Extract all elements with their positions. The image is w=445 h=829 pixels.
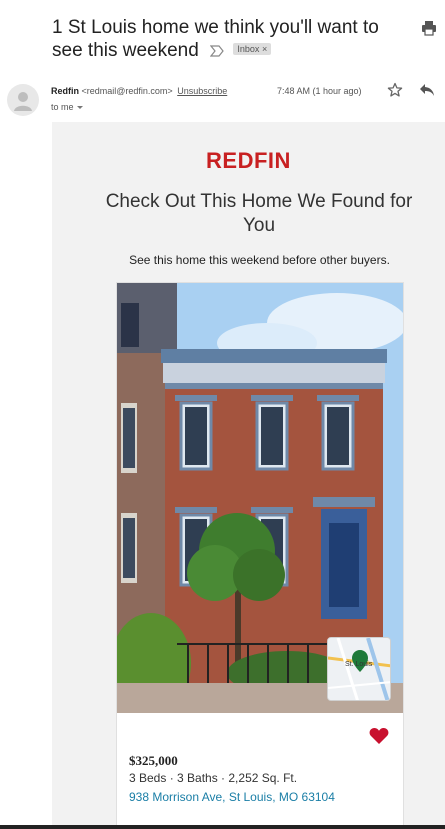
redfin-logo[interactable]: REDFIN — [52, 148, 445, 174]
print-icon[interactable] — [421, 20, 437, 36]
important-marker-icon[interactable] — [210, 45, 224, 57]
inbox-label-badge[interactable]: Inbox × — [233, 42, 272, 55]
window-bottom-edge — [0, 825, 445, 829]
listing-price: $325,000 — [129, 753, 178, 768]
recipient-toggle[interactable]: to me — [51, 102, 83, 112]
sender-name[interactable]: Redfin — [51, 86, 79, 96]
email-subline: See this home this weekend before other … — [129, 253, 390, 267]
reply-icon[interactable] — [419, 83, 435, 97]
star-icon[interactable] — [387, 82, 403, 98]
map-city-label: St. Louis — [345, 661, 373, 668]
message-timestamp: 7:48 AM (1 hour ago) — [277, 86, 362, 96]
sender-line: Redfin <redmail@redfin.com> Unsubscribe — [51, 86, 227, 97]
unsubscribe-link[interactable]: Unsubscribe — [177, 86, 227, 96]
sender-row: Redfin <redmail@redfin.com> Unsubscribe … — [0, 78, 445, 118]
heart-icon[interactable] — [369, 727, 389, 745]
listing-card[interactable]: St. Louis $325,000 3 Beds · 3 Baths · 2,… — [116, 282, 404, 829]
listing-facts: 3 Beds · 3 Baths · 2,252 Sq. Ft. — [129, 771, 298, 785]
chevron-down-icon[interactable] — [76, 106, 83, 110]
map-thumbnail[interactable]: St. Louis — [327, 637, 391, 701]
email-subject: 1 St Louis home we think you'll want to … — [52, 16, 402, 62]
sender-email: <redmail@redfin.com> — [81, 86, 173, 96]
recipient-label: to me — [51, 102, 74, 112]
subject-row: 1 St Louis home we think you'll want to … — [0, 0, 445, 72]
default-avatar-icon[interactable] — [7, 84, 39, 116]
email-body: REDFIN Check Out This Home We Found for … — [52, 122, 445, 829]
listing-address-link[interactable]: 938 Morrison Ave, St Louis, MO 63104 — [129, 790, 335, 804]
remove-label-icon[interactable]: × — [262, 44, 267, 54]
email-headline: Check Out This Home We Found for You — [105, 191, 413, 236]
listing-photo[interactable]: St. Louis — [117, 283, 403, 713]
